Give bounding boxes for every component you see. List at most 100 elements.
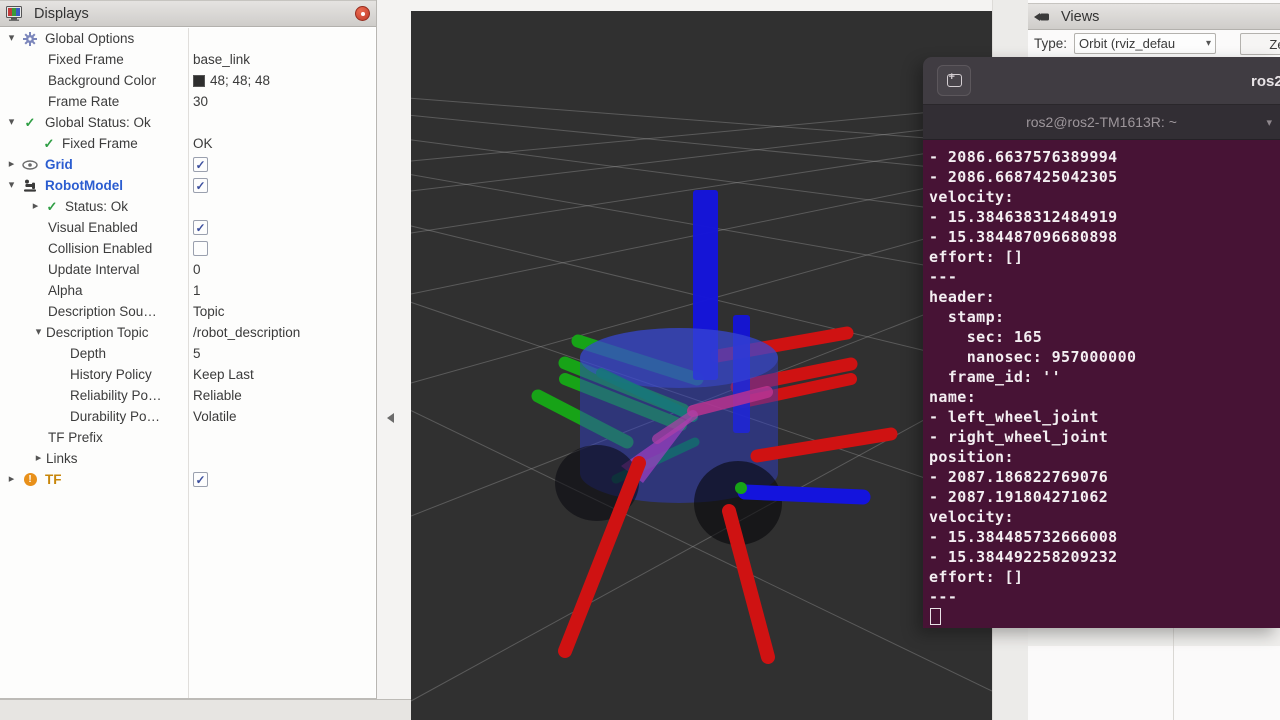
terminal-line: --- [929, 587, 1280, 607]
check-icon: ✓ [43, 199, 61, 215]
display-row[interactable]: ▸ Grid ✓ [0, 154, 375, 175]
chevron-down-icon[interactable]: ▾ [4, 33, 19, 44]
property-label: Frame Rate [48, 94, 119, 109]
property-value[interactable]: Volatile [193, 409, 237, 424]
terminal-line: effort: [] [929, 567, 1280, 587]
property-value[interactable]: 48; 48; 48 [210, 73, 270, 88]
display-row[interactable]: Durability Po… Volatile [0, 406, 375, 427]
terminal-line: sec: 165 [929, 327, 1280, 347]
terminal-window[interactable]: ros2@ ros2@ros2-TM1613R: ~ ▾ - 2086.6637… [923, 57, 1280, 628]
eye-icon [19, 160, 41, 170]
property-value[interactable]: 1 [193, 283, 201, 298]
checkbox-checked[interactable]: ✓ [193, 157, 208, 172]
view-type-dropdown[interactable]: Orbit (rviz_defau ▾ [1074, 33, 1216, 54]
new-tab-button[interactable] [937, 65, 971, 96]
row-value-cell: 0 [193, 259, 201, 280]
row-value-cell [193, 238, 208, 259]
display-row[interactable]: ▸✓ Status: Ok [0, 196, 375, 217]
terminal-output[interactable]: - 2086.6637576389994- 2086.6687425042305… [923, 140, 1280, 628]
row-label-cell: Description Sou… [0, 304, 187, 319]
property-label: Global Status: Ok [45, 115, 151, 130]
property-value[interactable]: Reliable [193, 388, 242, 403]
row-label-cell: Background Color [0, 73, 187, 88]
chevron-down-icon[interactable]: ▾ [4, 117, 19, 128]
row-label-cell: History Policy [0, 367, 187, 382]
property-value[interactable]: 5 [193, 346, 201, 361]
display-row[interactable]: ▸Links [0, 448, 375, 469]
property-label: Background Color [48, 73, 156, 88]
property-value[interactable]: 0 [193, 262, 201, 277]
display-row[interactable]: Update Interval 0 [0, 259, 375, 280]
chevron-down-icon[interactable]: ▾ [1266, 116, 1272, 129]
display-row[interactable]: Fixed Frame base_link [0, 49, 375, 70]
row-label-cell: Fixed Frame [0, 52, 187, 67]
terminal-line: position: [929, 447, 1280, 467]
display-row[interactable]: Depth5 [0, 343, 375, 364]
property-value[interactable]: Keep Last [193, 367, 254, 382]
display-row[interactable]: Description Sou… Topic [0, 301, 375, 322]
zero-button[interactable]: Ze [1240, 33, 1280, 55]
property-label: Collision Enabled [48, 241, 152, 256]
display-row[interactable]: ✓Fixed FrameOK [0, 133, 375, 154]
property-value[interactable]: base_link [193, 52, 250, 67]
terminal-tab[interactable]: ros2@ros2-TM1613R: ~ [1026, 114, 1177, 130]
terminal-line: - 15.384485732666008 [929, 527, 1280, 547]
display-row[interactable]: ▾Description Topic/robot_description [0, 322, 375, 343]
row-value-cell: ✓ [193, 154, 208, 175]
property-value[interactable]: OK [193, 136, 213, 151]
chevron-right-icon[interactable]: ▸ [4, 474, 19, 485]
terminal-line: - 2086.6687425042305 [929, 167, 1280, 187]
display-row[interactable]: Reliability Po…Reliable [0, 385, 375, 406]
chevron-down-icon[interactable]: ▾ [31, 327, 46, 338]
row-value-cell: 30 [193, 91, 208, 112]
display-row[interactable]: TF Prefix [0, 427, 375, 448]
terminal-line: --- [929, 267, 1280, 287]
3d-viewport[interactable] [411, 11, 992, 720]
property-value[interactable]: Topic [193, 304, 225, 319]
checkbox-checked[interactable]: ✓ [193, 472, 208, 487]
display-row[interactable]: ▾RobotModel✓ [0, 175, 375, 196]
property-label: Status: Ok [65, 199, 128, 214]
property-label: Grid [45, 157, 73, 172]
property-value[interactable]: 30 [193, 94, 208, 109]
close-icon[interactable] [355, 6, 370, 21]
row-label-cell: Durability Po… [0, 409, 187, 424]
row-label-cell: Collision Enabled [0, 241, 187, 256]
property-label: History Policy [70, 367, 152, 382]
checkbox-unchecked[interactable] [193, 241, 208, 256]
display-row[interactable]: Alpha1 [0, 280, 375, 301]
check-icon: ✓ [19, 115, 41, 131]
checkbox-checked[interactable]: ✓ [193, 178, 208, 193]
view-type-label: Type: [1034, 36, 1067, 51]
chevron-right-icon[interactable]: ▸ [28, 201, 43, 212]
display-row[interactable]: Collision Enabled [0, 238, 375, 259]
terminal-titlebar[interactable]: ros2@ [923, 57, 1280, 105]
row-label-cell: ▸ Grid [0, 157, 187, 172]
chevron-right-icon[interactable]: ▸ [4, 159, 19, 170]
property-value[interactable]: /robot_description [193, 325, 300, 340]
row-value-cell: ✓ [193, 175, 208, 196]
display-row[interactable]: ▸!TF✓ [0, 469, 375, 490]
property-label: Fixed Frame [62, 136, 138, 151]
display-row[interactable]: History Policy Keep Last [0, 364, 375, 385]
chevron-down-icon[interactable]: ▾ [4, 180, 19, 191]
view-type-value: Orbit (rviz_defau [1079, 36, 1175, 51]
views-panel-header[interactable]: Views [1028, 3, 1280, 30]
checkbox-checked[interactable]: ✓ [193, 220, 208, 235]
display-row[interactable]: ▾Global Options [0, 28, 375, 49]
row-value-cell: Reliable [193, 385, 242, 406]
splitter-collapse-icon[interactable] [387, 413, 394, 423]
property-label: Update Interval [48, 262, 140, 277]
row-value-cell: 48; 48; 48 [193, 70, 270, 91]
displays-panel-header[interactable]: Displays [0, 0, 376, 27]
display-row[interactable]: Visual Enabled✓ [0, 217, 375, 238]
terminal-line: velocity: [929, 187, 1280, 207]
row-label-cell: TF Prefix [0, 430, 187, 445]
property-label: Links [46, 451, 78, 466]
display-row[interactable]: Frame Rate 30 [0, 91, 375, 112]
color-swatch[interactable] [193, 75, 205, 87]
displays-panel: Displays ▾Global Options Fixed Frame base_… [0, 0, 377, 699]
display-row[interactable]: Background Color 48; 48; 48 [0, 70, 375, 91]
display-row[interactable]: ▾✓ Global Status: Ok [0, 112, 375, 133]
chevron-right-icon[interactable]: ▸ [31, 453, 46, 464]
